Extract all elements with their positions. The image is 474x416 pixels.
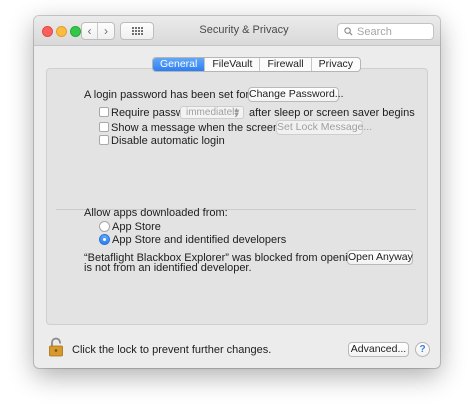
window-title: Security & Privacy <box>199 24 289 36</box>
minimize-window-button[interactable] <box>56 26 67 37</box>
show-message-checkbox[interactable] <box>99 122 109 132</box>
advanced-button[interactable]: Advanced... <box>348 342 409 357</box>
lock-status-text: Click the lock to prevent further change… <box>72 344 272 356</box>
set-lock-message-button[interactable]: Set Lock Message... <box>276 120 372 135</box>
require-password-suffix: after sleep or screen saver begins <box>249 107 415 119</box>
forward-button[interactable]: › <box>98 23 114 39</box>
search-input[interactable] <box>357 25 431 38</box>
tab-privacy[interactable]: Privacy <box>312 58 360 71</box>
disable-auto-login-label: Disable automatic login <box>111 135 225 147</box>
radio-app-store[interactable] <box>99 221 110 232</box>
search-icon <box>344 27 353 36</box>
password-delay-value: immediately <box>186 107 240 118</box>
blocked-app-message-line2: is not from an identified developer. <box>84 262 252 274</box>
tab-bar: General FileVault Firewall Privacy <box>152 57 362 72</box>
password-delay-select[interactable]: immediately ▲ ▼ <box>180 106 244 119</box>
zoom-window-button[interactable] <box>70 26 81 37</box>
disable-auto-login-checkbox[interactable] <box>99 135 109 145</box>
navigation-buttons: ‹ › <box>81 22 115 40</box>
radio-app-store-identified-label: App Store and identified developers <box>112 234 287 246</box>
radio-app-store-identified[interactable] <box>99 234 110 245</box>
grid-icon <box>131 27 143 35</box>
security-privacy-window: ‹ › Security & Privacy General FileVault <box>34 16 440 368</box>
back-button[interactable]: ‹ <box>82 23 99 39</box>
allow-apps-label: Allow apps downloaded from: <box>84 207 228 219</box>
chevron-right-icon: › <box>104 24 109 38</box>
show-all-button[interactable] <box>120 22 154 40</box>
chevron-left-icon: ‹ <box>87 24 92 38</box>
open-anyway-button[interactable]: Open Anyway <box>347 250 413 265</box>
close-window-button[interactable] <box>42 26 53 37</box>
help-button[interactable]: ? <box>415 342 430 357</box>
tab-filevault[interactable]: FileVault <box>205 58 261 71</box>
tab-general[interactable]: General <box>153 58 206 71</box>
title-bar: ‹ › Security & Privacy <box>34 16 440 46</box>
search-box[interactable] <box>337 23 434 40</box>
lock-icon[interactable] <box>48 336 64 358</box>
select-arrows-icon: ▲ ▼ <box>233 107 240 119</box>
require-password-checkbox[interactable] <box>99 107 109 117</box>
radio-app-store-label: App Store <box>112 221 161 233</box>
change-password-button[interactable]: Change Password... <box>248 87 344 102</box>
tab-firewall[interactable]: Firewall <box>260 58 312 71</box>
